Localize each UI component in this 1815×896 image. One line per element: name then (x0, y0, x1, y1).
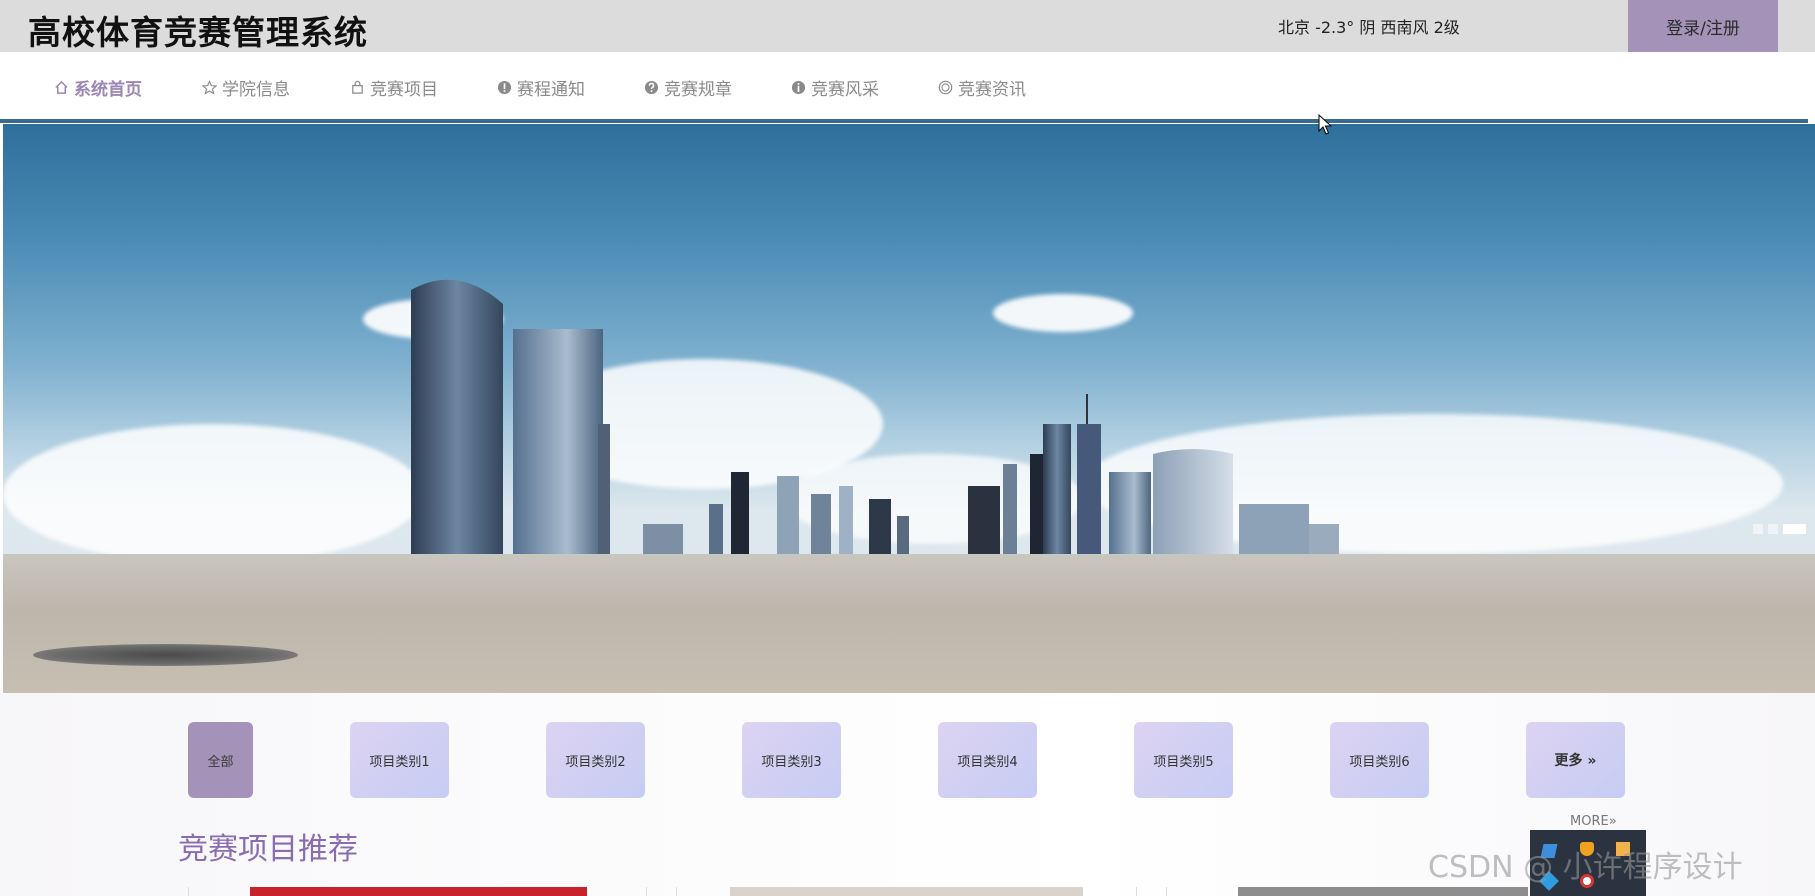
question-icon (644, 80, 659, 95)
nav-item-news[interactable]: 竞赛资讯 (938, 76, 1026, 100)
info-icon (791, 80, 806, 95)
section-title-recommend: 竞赛项目推荐 (178, 832, 358, 867)
nav-item-label: 竞赛规章 (664, 79, 732, 100)
site-title: 高校体育竞赛管理系统 (28, 13, 368, 52)
weather-info: 北京 -2.3° 阴 西南风 2级 (1278, 18, 1460, 37)
carousel-dot-2[interactable] (1768, 524, 1778, 534)
city-skyline (411, 279, 1339, 554)
hero-banner[interactable] (3, 124, 1815, 693)
nav-item-gallery[interactable]: 竞赛风采 (791, 76, 879, 100)
topbar-edge (1780, 0, 1815, 52)
nav-item-label: 竞赛风采 (811, 79, 879, 100)
category-button-3[interactable]: 项目类别3 (742, 722, 841, 798)
category-more-button[interactable]: 更多 » (1526, 722, 1625, 798)
top-bar: 高校体育竞赛管理系统 北京 -2.3° 阴 西南风 2级 登录/注册 (0, 0, 1815, 52)
card-divider (1136, 887, 1137, 896)
main-nav: 系统首页 学院信息 竞赛项目 赛程通知 竞赛规章 竞赛风采 竞赛资讯 (0, 52, 1815, 118)
smile-icon (938, 80, 953, 95)
plaza-ground (3, 554, 1815, 693)
category-button-6[interactable]: 项目类别6 (1330, 722, 1429, 798)
product-card-image[interactable] (1238, 887, 1528, 896)
card-divider (646, 887, 647, 896)
card-divider (188, 887, 189, 896)
card-divider (1166, 887, 1167, 896)
home-icon (54, 80, 69, 95)
category-button-5[interactable]: 项目类别5 (1134, 722, 1233, 798)
nav-item-colleges[interactable]: 学院信息 (202, 76, 290, 100)
manhole-cover (33, 644, 298, 666)
carousel-dot-3[interactable] (1783, 524, 1806, 534)
nav-item-home[interactable]: 系统首页 (54, 76, 142, 100)
category-button-1[interactable]: 项目类别1 (350, 722, 449, 798)
nav-item-label: 学院信息 (222, 79, 290, 100)
nav-divider (0, 119, 1808, 123)
nav-item-competitions[interactable]: 竞赛项目 (350, 76, 438, 100)
nav-item-label: 系统首页 (74, 79, 142, 100)
star-icon (202, 79, 217, 95)
product-card-image[interactable] (250, 887, 587, 896)
category-button-4[interactable]: 项目类别4 (938, 722, 1037, 798)
mouse-cursor-icon (1318, 114, 1332, 135)
carousel-dot-1[interactable] (1753, 524, 1763, 534)
category-button-2[interactable]: 项目类别2 (546, 722, 645, 798)
nav-item-schedule-notice[interactable]: 赛程通知 (497, 76, 585, 100)
category-all-button[interactable]: 全部 (188, 722, 253, 798)
nav-item-label: 竞赛项目 (370, 79, 438, 100)
more-link[interactable]: MORE» (1570, 814, 1617, 829)
carousel-indicators (1753, 524, 1806, 534)
nav-item-label: 赛程通知 (517, 79, 585, 100)
bag-icon (350, 80, 365, 95)
card-divider (676, 887, 677, 896)
nav-item-label: 竞赛资讯 (958, 79, 1026, 100)
exclamation-icon (497, 80, 512, 95)
login-register-button[interactable]: 登录/注册 (1628, 0, 1778, 52)
csdn-watermark: CSDN @ 小许程序设计 (1428, 850, 1743, 885)
product-card-image[interactable] (730, 887, 1083, 896)
nav-item-rules[interactable]: 竞赛规章 (644, 76, 732, 100)
